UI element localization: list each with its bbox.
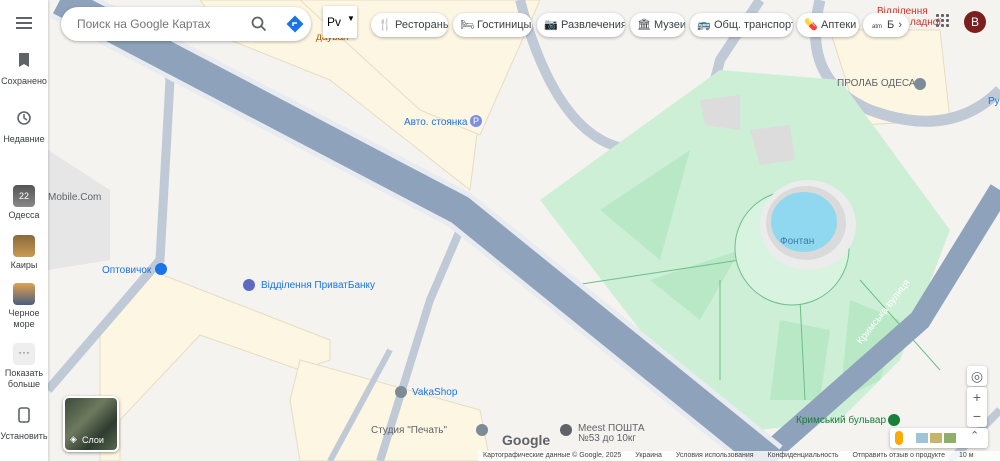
prolab-pin-icon[interactable] <box>914 78 926 90</box>
chevron-right-icon[interactable]: › <box>898 13 902 37</box>
chip-pharmacy[interactable]: 💊 Аптеки <box>797 13 859 37</box>
fork-knife-icon: 🍴 <box>378 19 392 31</box>
sidebar-item-odessa[interactable]: 22 Одесса <box>0 185 48 221</box>
place-thumb <box>13 235 35 257</box>
label-boulevard[interactable]: Кримський бульвар <box>796 415 886 426</box>
footer-copyright: Картографические данные © Google, 2025 <box>483 452 622 459</box>
search-box <box>61 7 311 41</box>
chip-restaurants[interactable]: 🍴 Рестораны <box>371 13 448 37</box>
shop-pin-icon[interactable] <box>395 386 407 398</box>
google-logo: Google <box>502 432 551 448</box>
sidebar-item-cairo[interactable]: Каиры <box>0 235 48 271</box>
bookmark-icon <box>19 53 29 67</box>
studio-pin-icon[interactable] <box>476 424 488 436</box>
footer-feedback[interactable]: Отправить отзыв о продукте <box>853 452 946 459</box>
label-fountain[interactable]: Фонтан <box>780 236 814 247</box>
hamburger-icon[interactable] <box>16 17 32 29</box>
chevron-down-icon: ▼ <box>347 14 355 23</box>
sidebar-item-label: Каиры <box>10 260 38 270</box>
sidebar: Сохранено Недавние 22 Одесса Каиры Черно… <box>0 0 48 461</box>
museum-icon: 🏛 <box>637 19 651 31</box>
pegman-bar: ⌃ <box>890 428 988 448</box>
bed-icon: 🛏 <box>460 19 474 31</box>
chip-museums[interactable]: 🏛 Музеи <box>630 13 685 37</box>
sidebar-item-label: Недавние <box>3 134 45 144</box>
map-footer: Картографические данные © Google, 2025 У… <box>478 451 1000 461</box>
phone-icon <box>18 407 30 423</box>
chip-label: Общ. транспорт <box>714 19 793 31</box>
imagery-thumb[interactable] <box>916 433 928 443</box>
chip-label: Гостиницы <box>477 19 532 31</box>
pegman-icon[interactable] <box>895 431 903 445</box>
footer-privacy[interactable]: Конфиденциальность <box>768 452 839 459</box>
search-icon[interactable] <box>251 16 267 32</box>
chip-label: Рестораны <box>395 19 448 31</box>
my-location-button[interactable]: ◎ <box>967 366 987 386</box>
apps-grid-icon[interactable] <box>936 14 950 28</box>
imagery-thumb[interactable] <box>944 433 956 443</box>
history-icon <box>17 111 31 125</box>
sidebar-item-label: Одесса <box>8 210 40 220</box>
more-dots-icon: ··· <box>13 343 35 365</box>
layers-label: Слои <box>82 435 104 445</box>
place-thumb <box>13 283 35 305</box>
sidebar-item-black-sea[interactable]: Черное море <box>0 283 48 330</box>
footer-scale[interactable]: 10 м <box>959 452 974 459</box>
language-button[interactable]: Рv ▼ <box>323 6 357 38</box>
zoom-out-button[interactable]: − <box>967 407 987 427</box>
zoom-controls: + − <box>967 387 987 427</box>
chip-atm[interactable]: atm Б › <box>863 13 909 37</box>
place-thumb: 22 <box>13 185 35 207</box>
sidebar-item-label: Сохранено <box>1 76 47 86</box>
sidebar-item-install[interactable]: Установить <box>0 407 48 442</box>
expand-up-icon[interactable]: ⌃ <box>970 429 979 442</box>
search-input[interactable] <box>75 16 239 32</box>
chip-label: Б <box>887 19 895 31</box>
chip-label: Развлечения <box>561 19 625 31</box>
language-label: Рv <box>327 15 342 29</box>
zoom-in-button[interactable]: + <box>967 387 987 407</box>
parking-icon[interactable]: P <box>470 115 482 127</box>
location-icon: ◎ <box>970 368 984 384</box>
chip-entertainment[interactable]: 📷 Развлечения <box>537 13 625 37</box>
directions-icon[interactable] <box>286 15 304 33</box>
pharmacy-icon: 💊 <box>804 19 818 31</box>
layers-button[interactable]: ◈ Слои <box>63 396 119 452</box>
chip-hotels[interactable]: 🛏 Гостиницы <box>453 13 532 37</box>
sidebar-item-label: Показать больше <box>4 368 44 389</box>
park-icon[interactable] <box>888 414 900 426</box>
sidebar-item-more[interactable]: ··· Показать больше <box>0 343 48 390</box>
footer-terms[interactable]: Условия использования <box>676 452 754 459</box>
sidebar-item-saved[interactable]: Сохранено <box>0 52 48 87</box>
label-right-edge: Ру <box>988 96 1000 107</box>
shop-icon[interactable] <box>155 263 167 275</box>
map-canvas[interactable] <box>0 0 1000 461</box>
label-privatbank[interactable]: Відділення ПриватБанку <box>261 280 375 291</box>
label-mobile[interactable]: Mobile.Com <box>48 192 101 203</box>
label-prolab[interactable]: ПРОЛАБ ОДЕСА <box>837 78 916 89</box>
label-meest[interactable]: Meest ПОШТА №53 до 10кг <box>578 424 648 444</box>
atm-icon: atm <box>871 24 882 30</box>
label-vakashop[interactable]: VakaShop <box>412 387 457 398</box>
bus-icon: 🚌 <box>697 19 711 31</box>
chip-label: Аптеки <box>821 19 857 31</box>
label-optovichok[interactable]: Оптовичок <box>102 265 151 276</box>
camera-icon: 📷 <box>544 19 558 31</box>
chip-label: Музеи <box>654 19 685 31</box>
sidebar-item-recent[interactable]: Недавние <box>0 110 48 145</box>
sidebar-item-label: Установить <box>0 431 48 441</box>
imagery-thumb[interactable] <box>930 433 942 443</box>
layers-icon: ◈ <box>70 434 77 444</box>
label-studio[interactable]: Студия "Печать" <box>371 425 447 436</box>
chip-transit[interactable]: 🚌 Общ. транспорт <box>690 13 793 37</box>
mail-icon[interactable] <box>560 424 572 436</box>
bank-icon[interactable] <box>243 279 255 291</box>
sidebar-item-label: Черное море <box>8 308 40 329</box>
label-parking[interactable]: Авто. стоянка <box>404 117 467 128</box>
avatar[interactable]: B <box>964 11 986 33</box>
footer-country[interactable]: Украина <box>635 452 662 459</box>
